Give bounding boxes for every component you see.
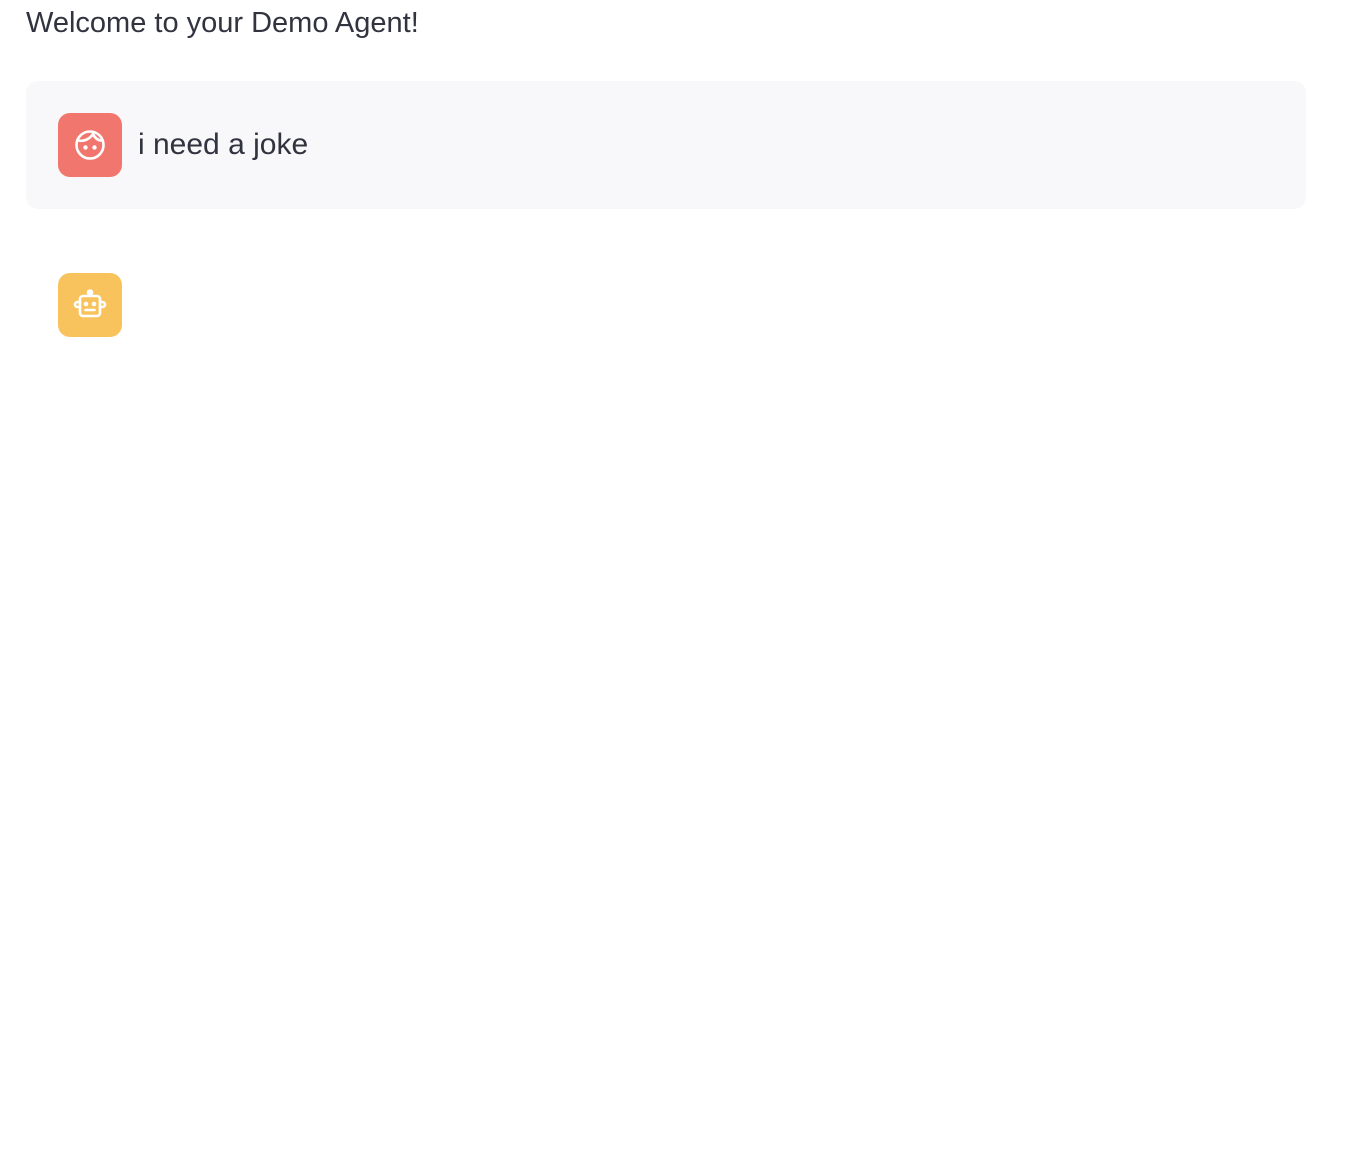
chat-message-user: i need a joke [26, 81, 1306, 209]
user-avatar [58, 113, 122, 177]
chat-container: i need a joke [26, 81, 1306, 369]
assistant-avatar [58, 273, 122, 337]
chat-message-assistant [26, 241, 1306, 369]
welcome-heading: Welcome to your Demo Agent! [26, 7, 419, 39]
user-message-text: i need a joke [138, 128, 309, 161]
robot-icon [71, 286, 109, 324]
user-face-icon [73, 128, 107, 162]
